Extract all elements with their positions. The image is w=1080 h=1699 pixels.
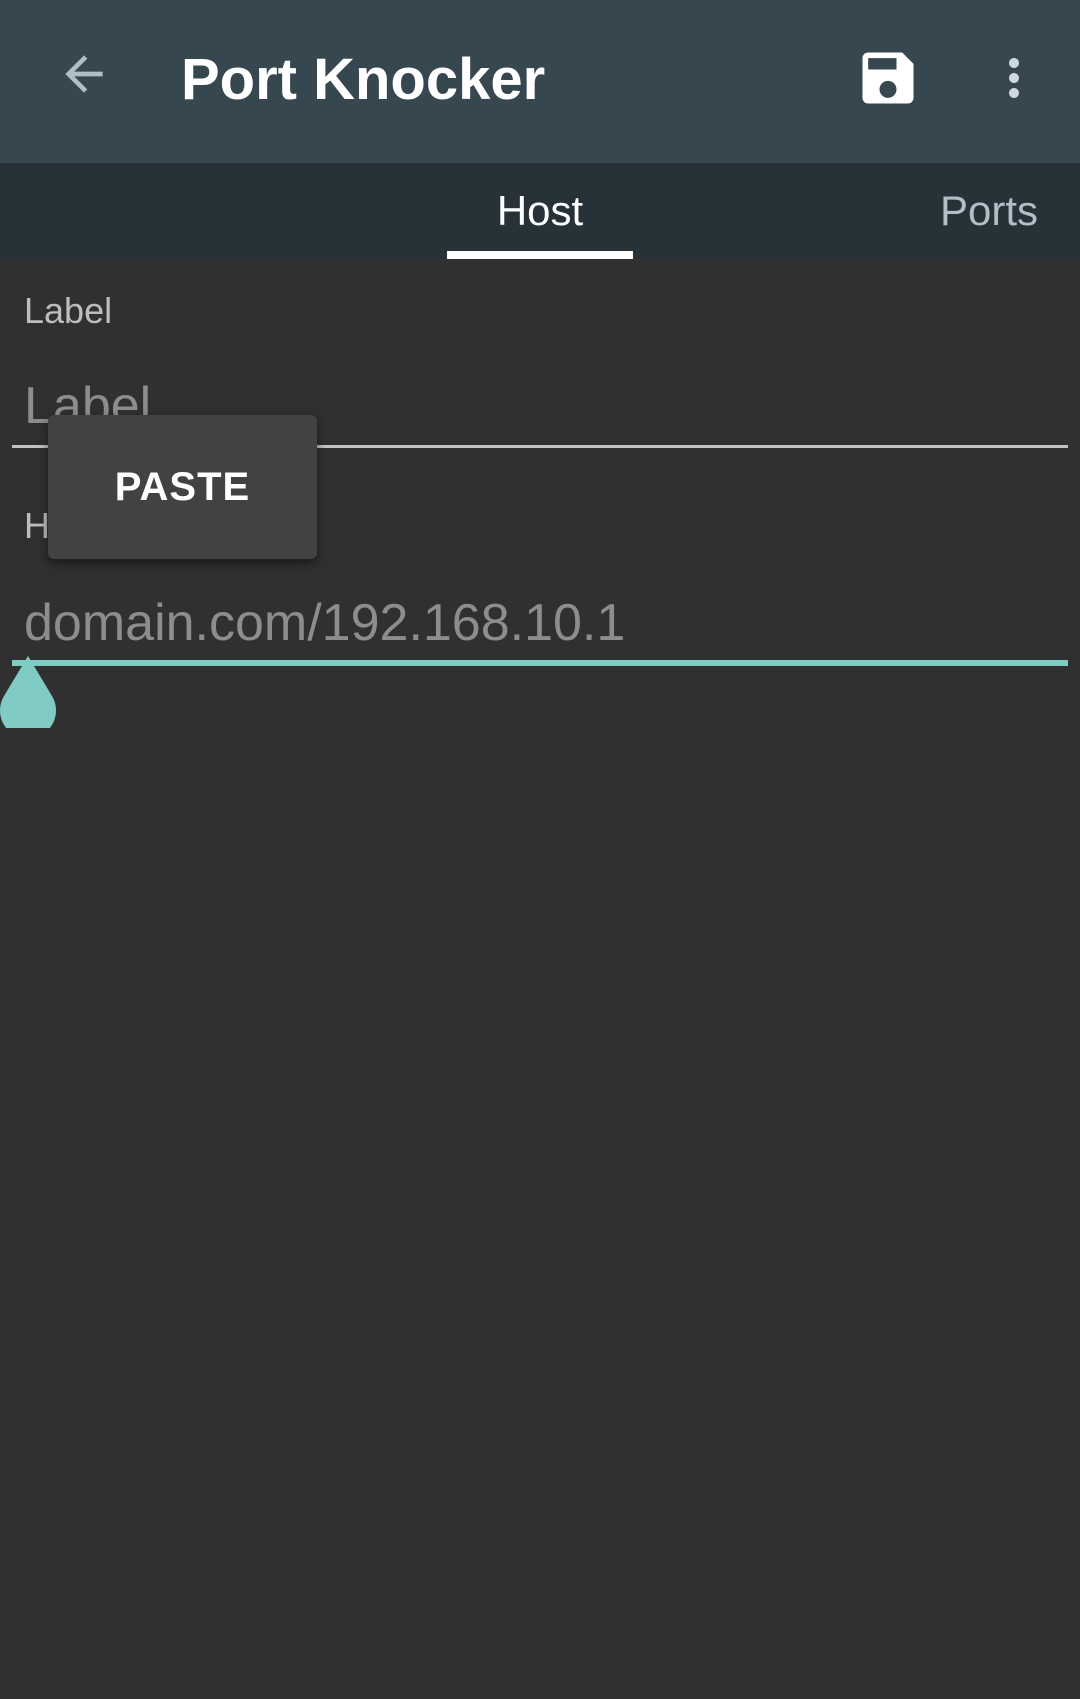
host-input-underline — [12, 660, 1068, 666]
cursor-handle[interactable] — [0, 656, 58, 739]
more-vert-icon — [984, 48, 1044, 113]
tab-indicator — [447, 251, 633, 259]
label-field-label: Label — [24, 290, 113, 331]
host-field-label: H — [24, 505, 50, 546]
arrow-back-icon — [56, 46, 112, 107]
paste-button[interactable]: PASTE — [48, 415, 317, 559]
app-bar: Port Knocker — [0, 0, 1080, 163]
back-button[interactable] — [44, 36, 124, 116]
host-input[interactable] — [12, 583, 1068, 663]
tab-host[interactable]: Host — [447, 163, 633, 259]
tab-ports[interactable]: Ports — [940, 163, 1080, 259]
tab-bar: Host Ports — [0, 163, 1080, 259]
more-options-button[interactable] — [974, 40, 1054, 120]
save-button[interactable] — [848, 40, 928, 120]
page-title: Port Knocker — [181, 47, 546, 112]
save-icon — [854, 44, 922, 117]
